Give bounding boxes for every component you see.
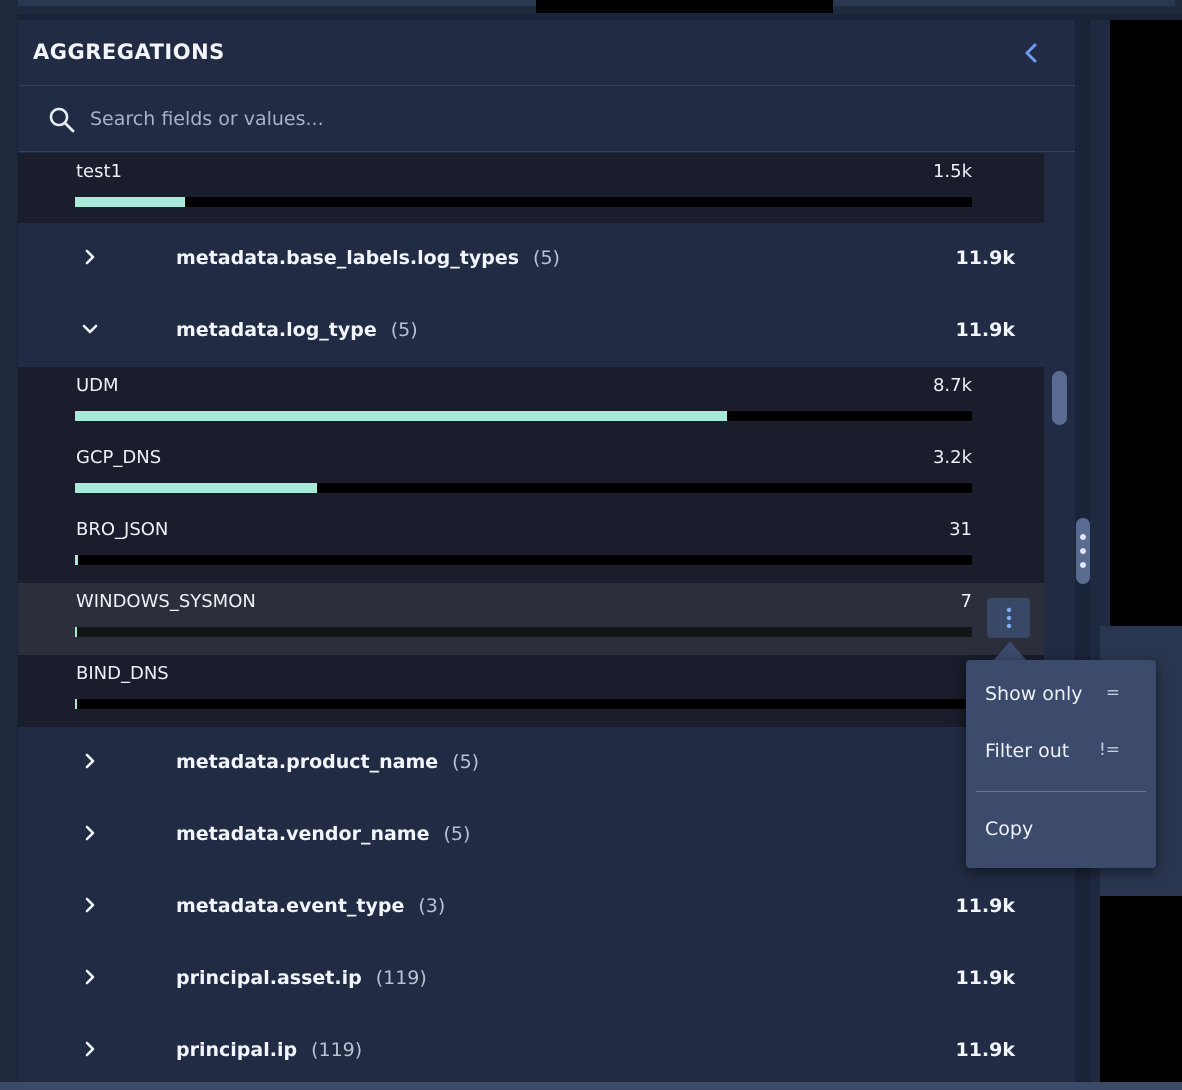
value-row-bro-json[interactable]: BRO_JSON 31 bbox=[18, 511, 1044, 583]
left-edge bbox=[0, 0, 17, 1090]
top-strip bbox=[0, 0, 1182, 14]
top-strip-segment bbox=[18, 0, 536, 6]
field-name: metadata.product_name (5) bbox=[176, 751, 480, 773]
value-row-gcp-dns[interactable]: GCP_DNS 3.2k bbox=[18, 439, 1044, 511]
aggregations-panel: AGGREGATIONS test1 1.5k metadata.b bbox=[18, 20, 1075, 1090]
value-count: 7 bbox=[960, 591, 972, 612]
menu-item-label: Filter out bbox=[985, 740, 1070, 762]
redacted-block bbox=[536, 0, 833, 13]
field-name: principal.ip (119) bbox=[176, 1039, 363, 1061]
menu-item-label: Copy bbox=[985, 818, 1034, 840]
field-name: metadata.log_type (5) bbox=[176, 319, 418, 341]
drag-dot bbox=[1080, 534, 1086, 540]
search-row bbox=[18, 86, 1075, 152]
field-row-principal-asset-ip[interactable]: principal.asset.ip (119) 11.9k bbox=[18, 943, 1044, 1015]
redacted-block bbox=[1110, 20, 1182, 626]
menu-divider bbox=[976, 791, 1146, 792]
field-value-count: (119) bbox=[311, 1039, 363, 1061]
value-count: 1.5k bbox=[932, 161, 972, 182]
field-value-count: (5) bbox=[452, 751, 480, 773]
menu-item-filter-out[interactable]: Filter out != bbox=[966, 728, 1156, 778]
chevron-right-icon[interactable] bbox=[80, 751, 100, 771]
menu-item-label: Show only bbox=[985, 683, 1083, 705]
value-bar-fill bbox=[75, 699, 77, 709]
field-row-product-name[interactable]: metadata.product_name (5) bbox=[18, 727, 1044, 799]
adjacent-panel bbox=[1090, 20, 1182, 1090]
value-bar-fill bbox=[75, 411, 727, 421]
search-input[interactable] bbox=[88, 101, 988, 137]
value-row-bind-dns[interactable]: BIND_DNS bbox=[18, 655, 1044, 727]
redacted-block bbox=[1100, 896, 1182, 1090]
more-vertical-icon bbox=[1006, 607, 1011, 629]
value-row-windows-sysmon[interactable]: WINDOWS_SYSMON 7 bbox=[18, 583, 1044, 655]
value-name: BIND_DNS bbox=[76, 663, 169, 684]
value-bar bbox=[75, 411, 972, 421]
field-row-principal-ip[interactable]: principal.ip (119) 11.9k bbox=[18, 1015, 1044, 1087]
field-row-event-type[interactable]: metadata.event_type (3) 11.9k bbox=[18, 871, 1044, 943]
row-more-options-button[interactable] bbox=[987, 598, 1030, 638]
chevron-left-icon bbox=[1025, 43, 1037, 63]
field-value-count: (119) bbox=[375, 967, 427, 989]
chevron-right-icon[interactable] bbox=[80, 823, 100, 843]
value-bar bbox=[75, 627, 972, 637]
field-value-count: (5) bbox=[443, 823, 471, 845]
aggregation-list: test1 1.5k metadata.base_labels.log_type… bbox=[18, 153, 1044, 1090]
value-row-test1[interactable]: test1 1.5k bbox=[18, 153, 1044, 225]
value-count: 8.7k bbox=[932, 375, 972, 396]
field-row-vendor-name[interactable]: metadata.vendor_name (5) bbox=[18, 799, 1044, 871]
value-name: test1 bbox=[76, 161, 123, 182]
value-name: GCP_DNS bbox=[76, 447, 162, 468]
field-name: metadata.event_type (3) bbox=[176, 895, 446, 917]
field-value-count: (3) bbox=[418, 895, 446, 917]
chevron-right-icon[interactable] bbox=[80, 895, 100, 915]
field-total: 11.9k bbox=[955, 319, 1015, 341]
field-value-count: (5) bbox=[390, 319, 418, 341]
field-row-base-labels-log-types[interactable]: metadata.base_labels.log_types (5) 11.9k bbox=[18, 223, 1044, 295]
value-bar bbox=[75, 699, 972, 709]
value-name: UDM bbox=[76, 375, 119, 396]
drag-dot bbox=[1080, 562, 1086, 568]
list-scrollbar-thumb[interactable] bbox=[1052, 371, 1067, 425]
panel-resize-handle[interactable] bbox=[1076, 518, 1090, 584]
field-value-count: (5) bbox=[533, 247, 560, 269]
value-name: WINDOWS_SYSMON bbox=[76, 591, 256, 612]
value-count: 31 bbox=[949, 519, 972, 540]
value-row-udm[interactable]: UDM 8.7k bbox=[18, 367, 1044, 439]
field-row-log-type[interactable]: metadata.log_type (5) 11.9k bbox=[18, 295, 1044, 367]
field-total: 11.9k bbox=[955, 967, 1015, 989]
field-name: metadata.vendor_name (5) bbox=[176, 823, 471, 845]
chevron-right-icon[interactable] bbox=[80, 1039, 100, 1059]
value-bar bbox=[75, 197, 972, 207]
value-name: BRO_JSON bbox=[76, 519, 169, 540]
value-count: 3.2k bbox=[932, 447, 972, 468]
field-total: 11.9k bbox=[955, 895, 1015, 917]
field-name: principal.asset.ip (119) bbox=[176, 967, 427, 989]
top-strip-segment bbox=[833, 0, 1175, 6]
value-bar-fill bbox=[75, 555, 78, 565]
value-bar bbox=[75, 483, 972, 493]
drag-dot bbox=[1080, 548, 1086, 554]
list-scrollbar-track[interactable] bbox=[1044, 153, 1075, 1090]
context-menu: Show only = Filter out != Copy bbox=[966, 660, 1156, 868]
panel-header: AGGREGATIONS bbox=[18, 20, 1075, 86]
value-bar-fill bbox=[75, 483, 317, 493]
value-bar-fill bbox=[75, 197, 185, 207]
menu-item-copy[interactable]: Copy bbox=[966, 806, 1156, 856]
chevron-right-icon[interactable] bbox=[80, 967, 100, 987]
chevron-down-icon[interactable] bbox=[80, 319, 100, 339]
context-menu-arrow bbox=[993, 641, 1027, 661]
menu-item-operator: = bbox=[1105, 683, 1120, 703]
menu-item-show-only[interactable]: Show only = bbox=[966, 671, 1156, 721]
field-total: 11.9k bbox=[955, 247, 1015, 269]
field-total: 11.9k bbox=[955, 1039, 1015, 1061]
menu-item-operator: != bbox=[1098, 740, 1120, 760]
panel-title: AGGREGATIONS bbox=[33, 40, 225, 64]
value-bar-fill bbox=[75, 627, 77, 637]
value-bar bbox=[75, 555, 972, 565]
field-name: metadata.base_labels.log_types (5) bbox=[176, 247, 560, 269]
collapse-panel-button[interactable] bbox=[1018, 40, 1044, 66]
chevron-right-icon[interactable] bbox=[80, 247, 100, 267]
bottom-scrollbar[interactable] bbox=[0, 1082, 1182, 1090]
search-icon bbox=[49, 107, 75, 133]
